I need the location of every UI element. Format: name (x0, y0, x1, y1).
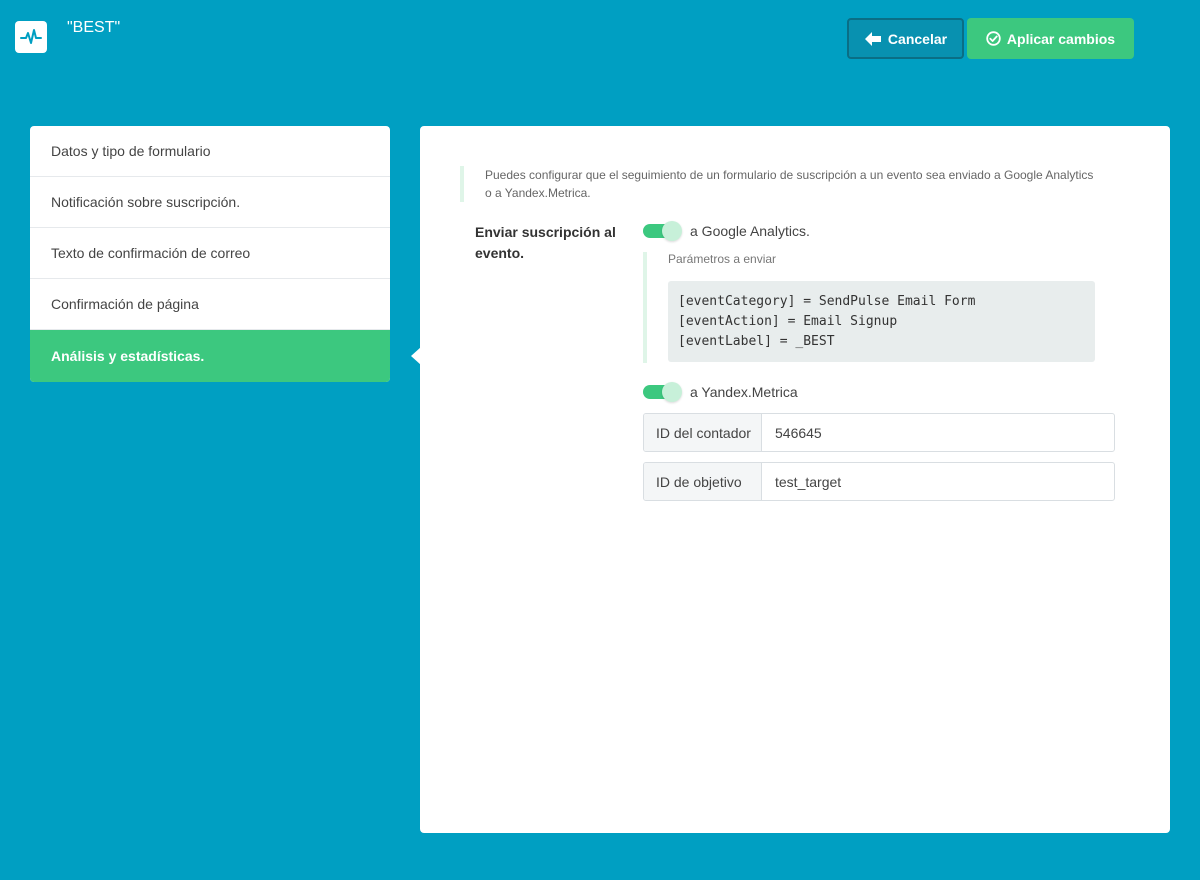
arrow-left-icon (864, 31, 881, 46)
param-line: [eventCategory] = SendPulse Email Form (678, 294, 976, 309)
pulse-icon (20, 29, 42, 44)
analytics-panel: Puedes configurar que el seguimiento de … (420, 126, 1170, 833)
counter-id-label: ID del contador (644, 414, 762, 451)
check-circle-icon (986, 31, 1001, 46)
google-analytics-label: a Google Analytics. (690, 223, 810, 239)
sidebar-item-page-confirmation[interactable]: Confirmación de página (30, 279, 390, 330)
cancel-button-label: Cancelar (887, 30, 948, 47)
params-block: Parámetros a enviar [eventCategory] = Se… (643, 252, 1095, 363)
sidebar-item-email-confirmation-text[interactable]: Texto de confirmación de correo (30, 228, 390, 279)
sidebar-item-form-data[interactable]: Datos y tipo de formulario (30, 126, 390, 177)
form-title: "BEST" (67, 19, 121, 36)
google-analytics-row: a Google Analytics. (643, 221, 810, 241)
settings-sidebar: Datos y tipo de formulario Notificación … (30, 126, 390, 382)
param-line: [eventAction] = Email Signup (678, 314, 898, 329)
sidebar-item-analytics[interactable]: Análisis y estadísticas. (30, 330, 390, 382)
send-subscription-label: Enviar suscripción al evento. (475, 224, 616, 261)
goal-id-label: ID de objetivo (644, 463, 762, 500)
yandex-metrica-row: a Yandex.Metrica (643, 382, 798, 402)
apply-changes-button-label: Aplicar cambios (1006, 30, 1116, 47)
goal-id-group: ID de objetivo test_target (643, 462, 1115, 501)
google-analytics-toggle[interactable] (643, 221, 682, 241)
yandex-metrica-toggle[interactable] (643, 382, 682, 402)
param-line: [eventLabel] = _BEST (678, 334, 835, 349)
cancel-button[interactable]: Cancelar (847, 18, 964, 59)
yandex-metrica-label: a Yandex.Metrica (690, 384, 798, 400)
params-title: Parámetros a enviar (668, 252, 777, 266)
logo[interactable] (15, 21, 47, 53)
params-code-box: [eventCategory] = SendPulse Email Form [… (668, 281, 1095, 362)
sidebar-item-subscription-notification[interactable]: Notificación sobre suscripción. (30, 177, 390, 228)
counter-id-group: ID del contador 546645 (643, 413, 1115, 452)
apply-changes-button[interactable]: Aplicar cambios (967, 18, 1134, 59)
info-note: Puedes configurar que el seguimiento de … (460, 166, 1100, 202)
counter-id-input[interactable]: 546645 (762, 414, 1114, 451)
goal-id-input[interactable]: test_target (762, 463, 1114, 500)
